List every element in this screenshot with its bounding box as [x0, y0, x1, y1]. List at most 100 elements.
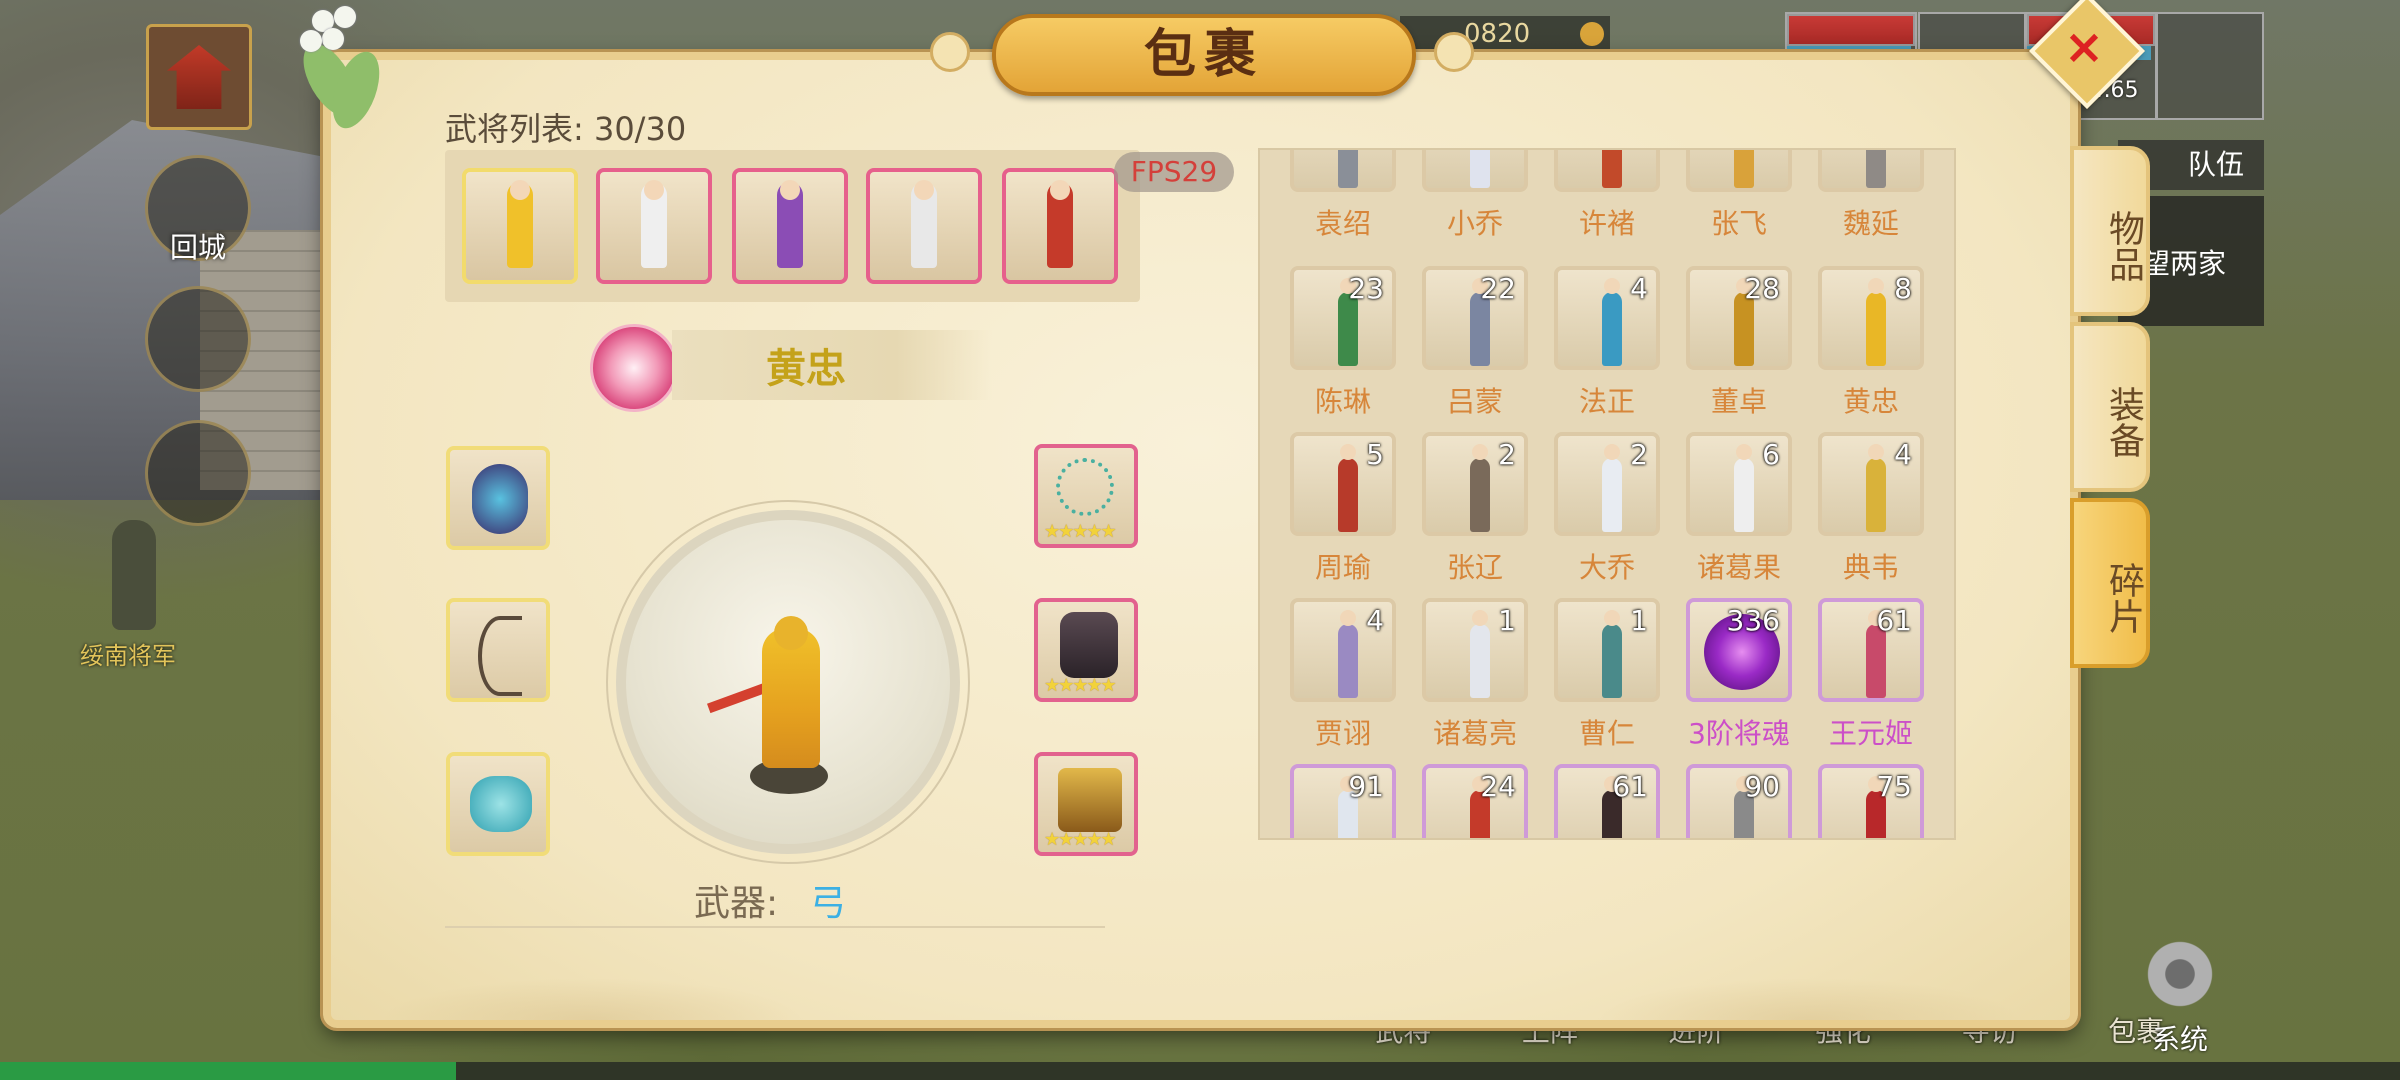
rarity-stars: ★★★★★ — [1044, 675, 1117, 696]
fragment-icon: 22 — [1422, 266, 1528, 370]
figure-head — [1340, 610, 1356, 626]
fragment-name: 贾诩 — [1314, 717, 1371, 750]
general-slot[interactable] — [732, 168, 848, 284]
fragment-name: 张飞 — [1710, 207, 1767, 240]
palace-icon — [167, 45, 231, 109]
experience-bar — [0, 1062, 2400, 1080]
bud-shape — [300, 30, 322, 52]
general-figure-icon — [1470, 444, 1490, 532]
title-knob-right — [1434, 32, 1474, 72]
equip-slot-boots[interactable]: ★★★★★ — [1034, 752, 1138, 856]
weapon-label: 武器: — [694, 883, 779, 924]
fragment-name: 张辽 — [1446, 551, 1503, 584]
flower-decoration-icon — [250, 0, 410, 140]
hero-head — [774, 616, 808, 650]
general-figure-icon — [1470, 610, 1490, 698]
general-figure-icon — [1866, 150, 1886, 188]
fragment-icon: 1 — [1554, 598, 1660, 702]
tab-fragments[interactable]: 碎片 — [2070, 498, 2150, 668]
fragment-count: 90 — [1744, 770, 1780, 803]
fragment-name: 3阶将魂 — [1688, 717, 1790, 750]
spirit-icon — [472, 464, 528, 534]
hp-bar-1 — [1787, 14, 1915, 46]
gear-icon — [2144, 938, 2216, 1010]
player-portrait[interactable] — [2156, 12, 2264, 120]
fragment-name: 法正 — [1578, 385, 1635, 418]
npc-general[interactable] — [90, 520, 180, 640]
general-figure-icon — [1338, 444, 1358, 532]
fragment-icon: 1 — [1422, 598, 1528, 702]
fragment-count: 91 — [1348, 770, 1384, 803]
fragment-icon — [1818, 150, 1924, 192]
equip-slot-armor[interactable]: ★★★★★ — [1034, 598, 1138, 702]
equip-slot-weapon[interactable] — [446, 598, 550, 702]
fragment-icon: 90 — [1686, 764, 1792, 838]
general-portrait — [1047, 180, 1073, 268]
general-portrait — [777, 180, 803, 268]
figure-head — [1472, 610, 1488, 626]
fragment-count: 61 — [1612, 770, 1648, 803]
general-slot[interactable] — [1002, 168, 1118, 284]
boots-icon — [1058, 768, 1122, 832]
settings-button[interactable]: 系统 — [2130, 938, 2230, 1056]
figure-head — [1472, 444, 1488, 460]
fragment-icon: 24 — [1422, 764, 1528, 838]
general-head — [1050, 180, 1070, 200]
general-figure-icon — [1602, 278, 1622, 366]
general-figure-icon — [1338, 610, 1358, 698]
fragment-name: 吕蒙 — [1446, 385, 1503, 418]
general-head — [914, 180, 934, 200]
general-slot[interactable] — [596, 168, 712, 284]
fragment-count: 6 — [1762, 438, 1780, 471]
fragment-count: 4 — [1630, 272, 1648, 305]
fragment-icon: 6 — [1686, 432, 1792, 536]
gold-counter: 0820 — [1400, 16, 1610, 52]
fragment-icon: 4 — [1290, 598, 1396, 702]
general-slot[interactable] — [462, 168, 578, 284]
fragment-count: 28 — [1744, 272, 1780, 305]
fragment-icon: 23 — [1290, 266, 1396, 370]
fragment-count: 2 — [1630, 438, 1648, 471]
fragment-icon: 61 — [1554, 764, 1660, 838]
npc-figure — [112, 520, 156, 630]
rarity-stars: ★★★★★ — [1044, 521, 1117, 542]
equip-slot-necklace[interactable]: ★★★★★ — [1034, 444, 1138, 548]
city-avatar[interactable] — [146, 24, 252, 130]
close-icon[interactable]: × — [2058, 18, 2110, 76]
general-figure-icon — [1602, 444, 1622, 532]
return-city-button[interactable]: 回城 — [145, 155, 251, 264]
window-title: 包裹 — [992, 14, 1416, 96]
equip-slot-accessory[interactable] — [446, 752, 550, 856]
fragment-icon: 336 — [1686, 598, 1792, 702]
general-figure-icon — [1338, 150, 1358, 188]
fragment-icon: 28 — [1686, 266, 1792, 370]
equip-slot-helmet[interactable] — [446, 446, 550, 550]
mail-button[interactable] — [145, 286, 251, 392]
figure-head — [1868, 444, 1884, 460]
fragment-name: 王元姬 — [1828, 717, 1913, 750]
title-knob-left — [930, 32, 970, 72]
fragment-count: 61 — [1876, 604, 1912, 637]
general-portrait — [507, 180, 533, 268]
general-head — [510, 180, 530, 200]
tab-items[interactable]: 物品 — [2070, 146, 2150, 316]
figure-head — [1604, 610, 1620, 626]
general-portrait — [911, 180, 937, 268]
fragment-icon — [1686, 150, 1792, 192]
fragment-count: 5 — [1366, 438, 1384, 471]
fragment-count: 22 — [1480, 272, 1516, 305]
menu-spacer — [2255, 1010, 2355, 1058]
fragment-grid[interactable]: 袁绍 小乔 许褚 张飞 魏延 23 陈琳 22 吕蒙 4 法正 28 董卓 8 黄忠 5 周瑜 2 张辽 2 大乔 6 诸葛… — [1258, 148, 1956, 840]
npc-name-label: 绥南将军 — [80, 642, 176, 670]
bud-shape — [322, 28, 344, 50]
general-figure-icon — [1866, 278, 1886, 366]
chat-button[interactable] — [145, 420, 251, 526]
fragment-name: 袁绍 — [1314, 207, 1371, 240]
fragment-count: 8 — [1894, 272, 1912, 305]
fragment-name: 小乔 — [1446, 207, 1503, 240]
general-slot[interactable] — [866, 168, 982, 284]
general-figure-icon — [1734, 444, 1754, 532]
tab-equipment[interactable]: 装备 — [2070, 322, 2150, 492]
general-figure-icon — [1734, 150, 1754, 188]
necklace-icon — [1056, 458, 1114, 516]
